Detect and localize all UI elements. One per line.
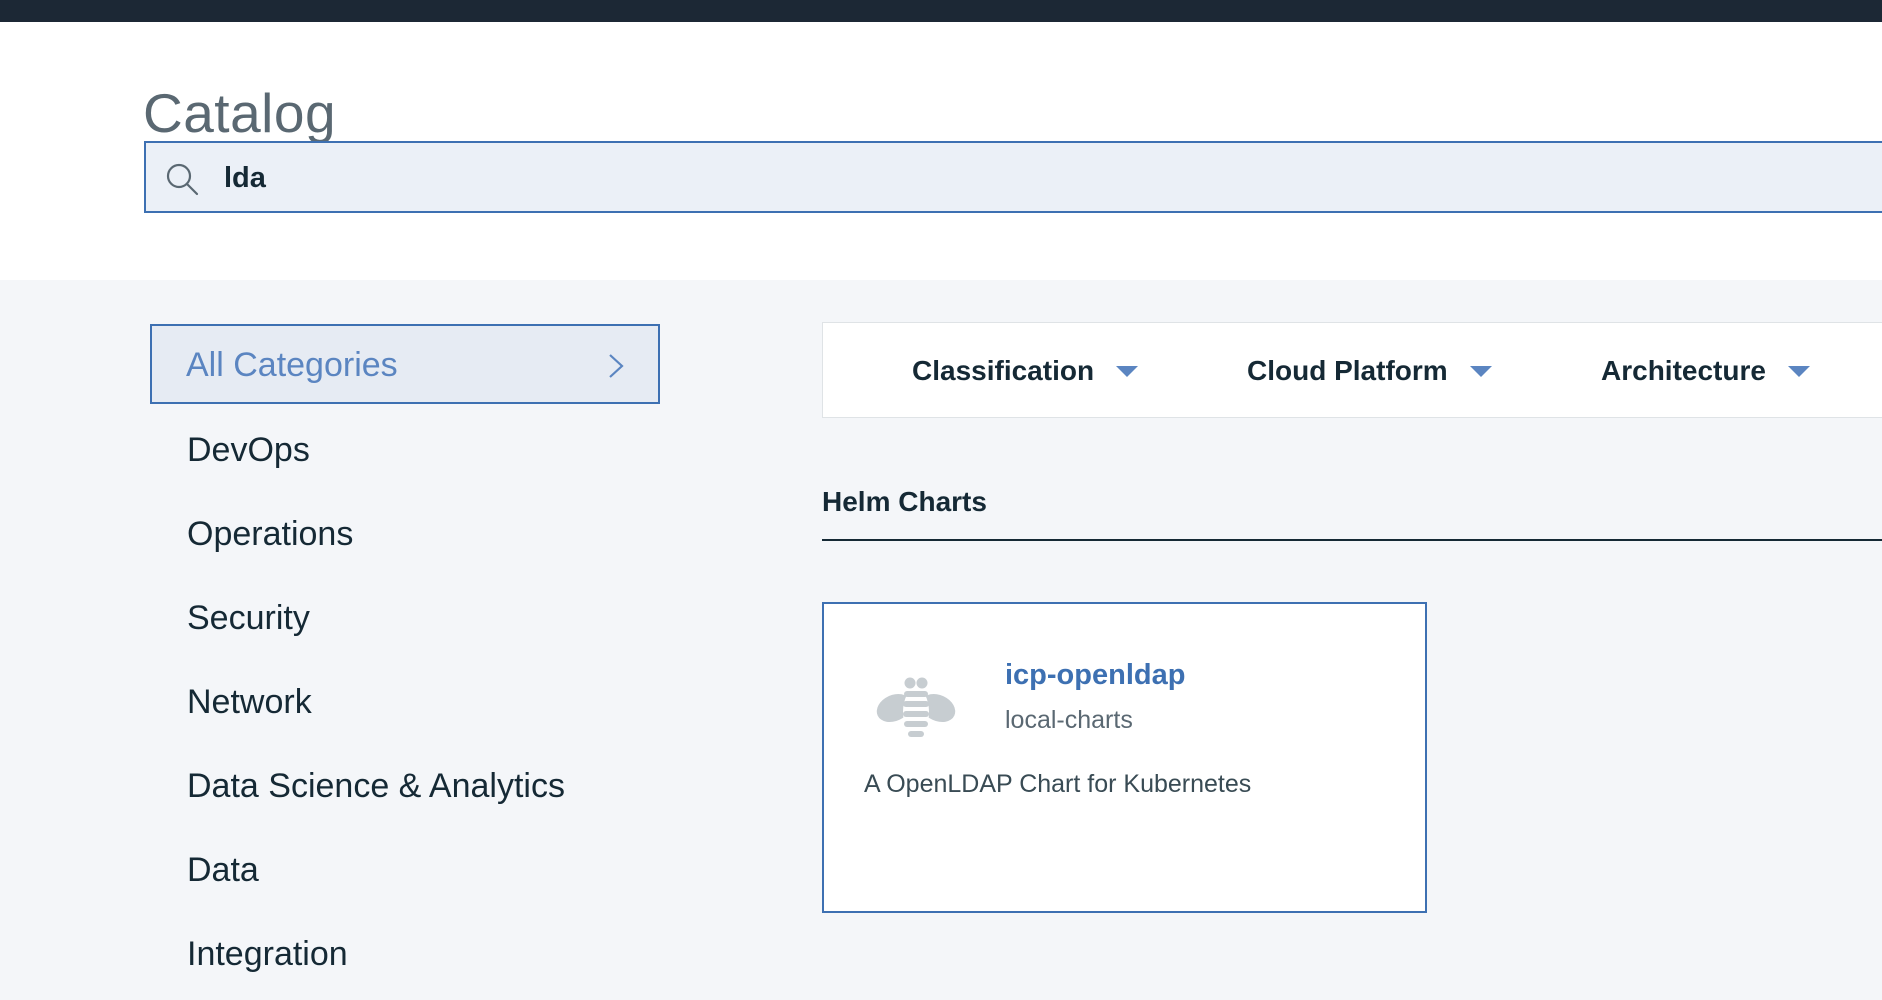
- sidebar-item-label: All Categories: [186, 346, 398, 384]
- search-icon: [164, 161, 200, 197]
- filter-cloud-platform[interactable]: Cloud Platform: [1247, 349, 1492, 393]
- search-input[interactable]: [222, 153, 1726, 203]
- sidebar-item-security[interactable]: Security: [150, 576, 565, 660]
- page-title: Catalog: [143, 82, 337, 144]
- filter-label: Cloud Platform: [1247, 355, 1448, 386]
- filter-label: Classification: [912, 355, 1095, 386]
- caret-down-icon: [1469, 365, 1492, 377]
- card-title[interactable]: icp-openldap: [1005, 657, 1185, 693]
- category-list: DevOps Operations Security Network Data …: [150, 408, 565, 996]
- sidebar-item-integration[interactable]: Integration: [150, 912, 565, 996]
- sidebar-item-data-science-analytics[interactable]: Data Science & Analytics: [150, 744, 565, 828]
- filter-classification[interactable]: Classification: [912, 349, 1139, 393]
- filter-architecture[interactable]: Architecture: [1601, 349, 1810, 393]
- card-description: A OpenLDAP Chart for Kubernetes: [864, 770, 1252, 798]
- sidebar-item-operations[interactable]: Operations: [150, 492, 565, 576]
- sidebar-item-all-categories[interactable]: All Categories: [150, 324, 660, 404]
- filter-bar: Classification Cloud Platform Architectu…: [822, 322, 1882, 418]
- chevron-right-icon: [604, 351, 628, 381]
- sidebar-item-data[interactable]: Data: [150, 828, 565, 912]
- sidebar-item-devops[interactable]: DevOps: [150, 408, 565, 492]
- card-repository: local-charts: [1005, 706, 1133, 734]
- filter-label: Architecture: [1601, 355, 1766, 386]
- chart-card[interactable]: icp-openldap local-charts A OpenLDAP Cha…: [822, 602, 1427, 913]
- search-bar[interactable]: [144, 141, 1882, 213]
- section-title: Helm Charts: [822, 486, 987, 517]
- section-divider: [822, 539, 1882, 541]
- bee-icon: [874, 674, 958, 740]
- caret-down-icon: [1787, 365, 1810, 377]
- caret-down-icon: [1116, 365, 1139, 377]
- sidebar-item-network[interactable]: Network: [150, 660, 565, 744]
- top-bar: [0, 0, 1882, 22]
